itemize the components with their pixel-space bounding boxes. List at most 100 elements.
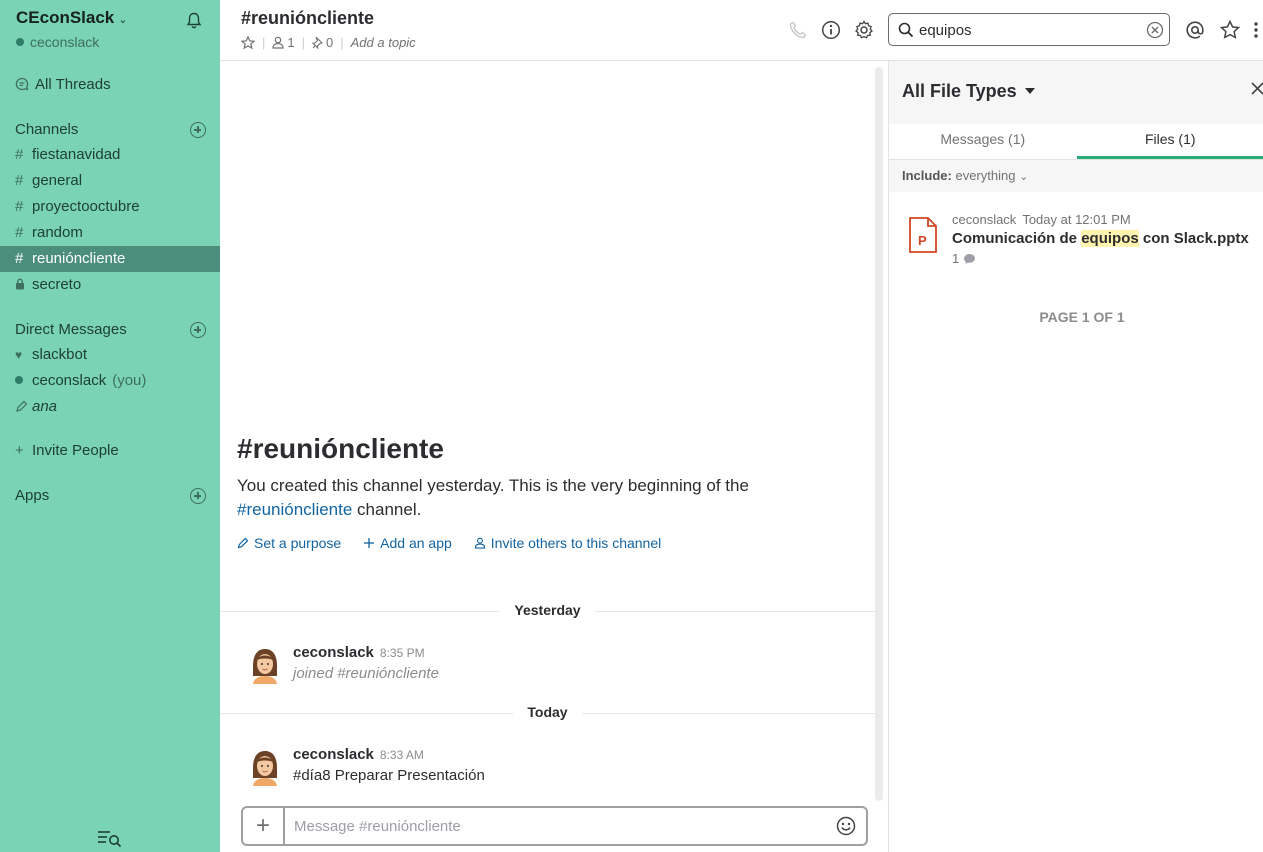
search-input[interactable] bbox=[919, 19, 1139, 41]
include-filter[interactable]: Include: everything ⌄ bbox=[889, 160, 1263, 192]
channel-label: random bbox=[32, 224, 83, 241]
include-value: everything bbox=[955, 168, 1016, 183]
sidebar-item-ceconslack[interactable]: ceconslack (you) bbox=[0, 368, 220, 394]
intro-channel-link[interactable]: #reunióncliente bbox=[237, 500, 352, 519]
sidebar: CEconSlack ⌄ ceconslack All Threads Chann… bbox=[0, 0, 220, 852]
sidebar-item-reunioncliente[interactable]: # reunióncliente bbox=[0, 246, 220, 272]
message-text: joined #reunióncliente bbox=[293, 665, 439, 682]
pencil-icon bbox=[16, 400, 28, 412]
day-divider-today: Today bbox=[220, 704, 875, 720]
channel-label: fiestanavidad bbox=[32, 146, 121, 163]
file-type-badge: P bbox=[918, 233, 927, 248]
message-scrollbar[interactable] bbox=[875, 67, 883, 801]
message-composer: + bbox=[241, 806, 868, 846]
channel-intro-text: You created this channel yesterday. This… bbox=[237, 474, 797, 522]
message-item: ceconslack 8:33 AM #día8 Preparar Present… bbox=[249, 746, 849, 788]
sidebar-item-ana[interactable]: ana bbox=[0, 394, 220, 420]
clear-search-icon[interactable] bbox=[1146, 21, 1164, 39]
more-options-icon[interactable] bbox=[1252, 20, 1260, 40]
attach-plus-button[interactable]: + bbox=[243, 808, 285, 844]
avatar[interactable] bbox=[249, 748, 281, 786]
gear-icon[interactable] bbox=[854, 20, 874, 40]
team-switcher[interactable]: CEconSlack ⌄ bbox=[16, 8, 206, 30]
file-user[interactable]: ceconslack bbox=[952, 212, 1016, 227]
channels-heading[interactable]: Channels bbox=[15, 121, 78, 138]
info-icon[interactable] bbox=[821, 20, 841, 40]
day-divider-label: Yesterday bbox=[500, 602, 595, 618]
hash-icon: # bbox=[15, 146, 24, 163]
channel-label: general bbox=[32, 172, 83, 189]
message-author[interactable]: ceconslack 8:35 PM bbox=[293, 644, 425, 661]
file-meta: ceconslack Today at 12:01 PM bbox=[952, 212, 1131, 227]
hash-icon: # bbox=[15, 224, 24, 241]
message-time[interactable]: 8:35 PM bbox=[380, 646, 425, 660]
message-author[interactable]: ceconslack 8:33 AM bbox=[293, 746, 424, 763]
sidebar-item-random[interactable]: # random bbox=[0, 220, 220, 246]
pencil-icon bbox=[237, 537, 249, 549]
direct-messages-heading[interactable]: Direct Messages bbox=[15, 321, 127, 338]
pinned-count[interactable]: 0 bbox=[326, 35, 333, 50]
file-name[interactable]: Comunicación de equipos con Slack.pptx bbox=[952, 230, 1249, 247]
author-name[interactable]: ceconslack bbox=[293, 644, 374, 661]
apps-heading[interactable]: Apps bbox=[15, 487, 49, 504]
tab-messages[interactable]: Messages (1) bbox=[889, 124, 1077, 159]
day-divider-yesterday: Yesterday bbox=[220, 602, 875, 618]
meta-separator: | bbox=[301, 35, 306, 50]
search-box[interactable] bbox=[888, 13, 1170, 46]
invite-others-label: Invite others to this channel bbox=[490, 535, 662, 551]
author-name[interactable]: ceconslack bbox=[293, 746, 374, 763]
bell-icon[interactable] bbox=[186, 12, 202, 30]
channel-header: #reunióncliente | 1 | 0 | Add a topic bbox=[220, 0, 1263, 61]
member-icon[interactable] bbox=[272, 36, 284, 49]
mentions-icon[interactable] bbox=[1185, 20, 1205, 40]
close-icon[interactable] bbox=[1251, 82, 1263, 95]
message-input[interactable] bbox=[294, 816, 814, 836]
phone-icon[interactable] bbox=[788, 20, 808, 40]
plus-icon bbox=[364, 538, 375, 548]
comment-count: 1 bbox=[952, 251, 960, 266]
add-topic-link[interactable]: Add a topic bbox=[351, 35, 416, 50]
sidebar-item-slackbot[interactable]: ♥ slackbot bbox=[0, 342, 220, 368]
invite-people-button[interactable]: + Invite People bbox=[0, 438, 220, 464]
add-app-icon[interactable] bbox=[190, 488, 206, 504]
set-purpose-link[interactable]: Set a purpose bbox=[237, 535, 341, 551]
results-tabs: Messages (1) Files (1) bbox=[889, 124, 1263, 160]
file-type-filter[interactable]: All File Types bbox=[902, 81, 1035, 102]
star-icon[interactable] bbox=[241, 35, 255, 50]
file-type-label: All File Types bbox=[902, 81, 1017, 101]
current-user[interactable]: ceconslack bbox=[16, 34, 99, 50]
add-app-link[interactable]: Add an app bbox=[363, 535, 452, 551]
member-count[interactable]: 1 bbox=[287, 35, 294, 50]
chevron-down-icon: ⌄ bbox=[118, 14, 128, 26]
dm-label: ana bbox=[32, 398, 58, 415]
sidebar-item-secreto[interactable]: secreto bbox=[0, 272, 220, 298]
message-time[interactable]: 8:33 AM bbox=[380, 748, 424, 762]
add-channel-icon[interactable] bbox=[190, 122, 206, 138]
invite-others-link[interactable]: Invite others to this channel bbox=[474, 535, 661, 551]
comment-icon bbox=[964, 253, 976, 264]
file-name-prefix: Comunicación de bbox=[952, 230, 1078, 247]
search-icon bbox=[898, 22, 914, 38]
file-result-item[interactable]: P ceconslack Today at 12:01 PM Comunicaci… bbox=[904, 208, 1259, 270]
tab-files[interactable]: Files (1) bbox=[1076, 124, 1263, 159]
file-comment-count[interactable]: 1 bbox=[952, 251, 976, 266]
quick-switcher-icon[interactable] bbox=[97, 828, 123, 848]
threads-icon bbox=[15, 77, 29, 91]
add-dm-icon[interactable] bbox=[190, 322, 206, 338]
channel-meta: | 1 | 0 | Add a topic bbox=[241, 35, 416, 50]
pagination-label: PAGE 1 OF 1 bbox=[1039, 309, 1125, 325]
hash-icon: # bbox=[15, 198, 24, 215]
sidebar-item-fiestanavidad[interactable]: # fiestanavidad bbox=[0, 142, 220, 168]
pin-icon[interactable] bbox=[312, 36, 324, 49]
invite-people-label: Invite People bbox=[32, 442, 119, 459]
message-text: #día8 Preparar Presentación bbox=[293, 767, 485, 784]
emoji-icon[interactable] bbox=[836, 816, 856, 836]
avatar[interactable] bbox=[249, 646, 281, 684]
sidebar-item-all-threads[interactable]: All Threads bbox=[0, 72, 220, 98]
channel-title[interactable]: #reunióncliente bbox=[241, 8, 374, 29]
starred-items-icon[interactable] bbox=[1220, 20, 1240, 40]
all-threads-label: All Threads bbox=[35, 76, 111, 93]
sidebar-item-proyectooctubre[interactable]: # proyectooctubre bbox=[0, 194, 220, 220]
message-pane: #reunióncliente You created this channel… bbox=[220, 61, 888, 852]
sidebar-item-general[interactable]: # general bbox=[0, 168, 220, 194]
